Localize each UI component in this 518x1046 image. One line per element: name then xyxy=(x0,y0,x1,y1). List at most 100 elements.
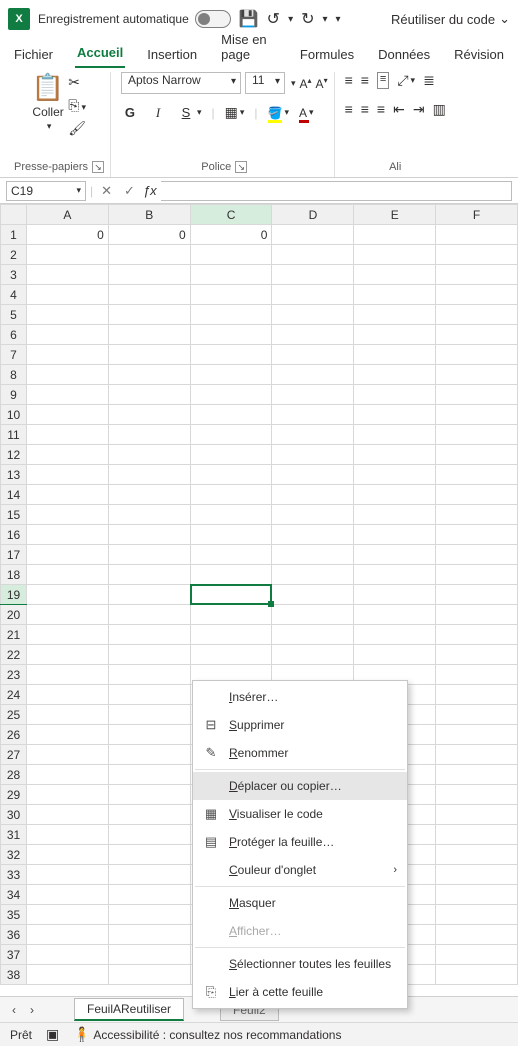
cell-F9[interactable] xyxy=(436,385,518,405)
cell-F14[interactable] xyxy=(436,485,518,505)
cell-A33[interactable] xyxy=(27,865,109,885)
cell-E4[interactable] xyxy=(354,285,436,305)
cell-C20[interactable] xyxy=(190,605,272,625)
cell-F26[interactable] xyxy=(436,725,518,745)
cell-E6[interactable] xyxy=(354,325,436,345)
row-header-20[interactable]: 20 xyxy=(1,605,27,625)
cell-B34[interactable] xyxy=(108,885,190,905)
cell-D21[interactable] xyxy=(272,625,354,645)
row-header-26[interactable]: 26 xyxy=(1,725,27,745)
cell-F11[interactable] xyxy=(436,425,518,445)
row-header-14[interactable]: 14 xyxy=(1,485,27,505)
reuse-code-button[interactable]: Réutiliser du code ⌄ xyxy=(391,11,510,27)
cell-B7[interactable] xyxy=(108,345,190,365)
cell-F27[interactable] xyxy=(436,745,518,765)
row-header-11[interactable]: 11 xyxy=(1,425,27,445)
cell-D6[interactable] xyxy=(272,325,354,345)
align-center-icon[interactable]: ≡ xyxy=(361,101,369,118)
fill-color-button[interactable]: 🪣▾ xyxy=(268,106,289,120)
cell-C12[interactable] xyxy=(190,445,272,465)
col-header-C[interactable]: C xyxy=(190,205,272,225)
tab-fichier[interactable]: Fichier xyxy=(12,41,55,68)
namebox-dropdown-icon[interactable]: ▾ xyxy=(76,185,81,196)
col-header-B[interactable]: B xyxy=(108,205,190,225)
cell-E2[interactable] xyxy=(354,245,436,265)
row-header-18[interactable]: 18 xyxy=(1,565,27,585)
cell-A6[interactable] xyxy=(27,325,109,345)
cell-E7[interactable] xyxy=(354,345,436,365)
cell-A8[interactable] xyxy=(27,365,109,385)
cell-C9[interactable] xyxy=(190,385,272,405)
select-all-corner[interactable] xyxy=(1,205,27,225)
cell-D16[interactable] xyxy=(272,525,354,545)
cell-F28[interactable] xyxy=(436,765,518,785)
cell-B22[interactable] xyxy=(108,645,190,665)
row-header-35[interactable]: 35 xyxy=(1,905,27,925)
row-header-28[interactable]: 28 xyxy=(1,765,27,785)
cell-C4[interactable] xyxy=(190,285,272,305)
autosave-control[interactable]: Enregistrement automatique xyxy=(38,10,231,28)
context-item-supprimer[interactable]: ⊟Supprimer xyxy=(193,711,407,739)
tab-données[interactable]: Données xyxy=(376,41,432,68)
sheet-prev-icon[interactable]: ‹ xyxy=(8,1003,20,1017)
tab-insertion[interactable]: Insertion xyxy=(145,41,199,68)
cell-B14[interactable] xyxy=(108,485,190,505)
cell-F2[interactable] xyxy=(436,245,518,265)
cell-F21[interactable] xyxy=(436,625,518,645)
row-header-38[interactable]: 38 xyxy=(1,965,27,985)
cell-D13[interactable] xyxy=(272,465,354,485)
cell-B38[interactable] xyxy=(108,965,190,985)
cell-A31[interactable] xyxy=(27,825,109,845)
cell-B10[interactable] xyxy=(108,405,190,425)
borders-button[interactable]: ▦▾ xyxy=(225,104,245,121)
cell-B30[interactable] xyxy=(108,805,190,825)
cell-D22[interactable] xyxy=(272,645,354,665)
cell-D17[interactable] xyxy=(272,545,354,565)
formula-input[interactable] xyxy=(161,181,512,201)
cell-A21[interactable] xyxy=(27,625,109,645)
cell-C18[interactable] xyxy=(190,565,272,585)
cell-B18[interactable] xyxy=(108,565,190,585)
macro-record-icon[interactable]: ▣ xyxy=(46,1026,59,1043)
cell-F10[interactable] xyxy=(436,405,518,425)
cell-C5[interactable] xyxy=(190,305,272,325)
increase-font-icon[interactable]: A▴ xyxy=(300,76,312,91)
row-header-8[interactable]: 8 xyxy=(1,365,27,385)
cell-F18[interactable] xyxy=(436,565,518,585)
cell-C7[interactable] xyxy=(190,345,272,365)
cell-C11[interactable] xyxy=(190,425,272,445)
cell-A34[interactable] xyxy=(27,885,109,905)
row-header-21[interactable]: 21 xyxy=(1,625,27,645)
cell-F36[interactable] xyxy=(436,925,518,945)
cell-C15[interactable] xyxy=(190,505,272,525)
qat-overflow[interactable]: ▾ xyxy=(336,14,341,25)
cell-B33[interactable] xyxy=(108,865,190,885)
cell-D14[interactable] xyxy=(272,485,354,505)
cell-D1[interactable] xyxy=(272,225,354,245)
redo-icon[interactable]: ↻ xyxy=(301,9,314,29)
cell-F4[interactable] xyxy=(436,285,518,305)
cell-E1[interactable] xyxy=(354,225,436,245)
sheet-tab-active[interactable]: FeuilAReutiliser xyxy=(74,998,184,1021)
context-item-s-lectionner-toutes-les-feuilles[interactable]: Sélectionner toutes les feuilles xyxy=(193,950,407,978)
cell-F1[interactable] xyxy=(436,225,518,245)
cut-icon[interactable]: ✂ xyxy=(68,74,86,91)
cell-F6[interactable] xyxy=(436,325,518,345)
align-middle-icon[interactable]: ≡ xyxy=(361,72,369,89)
cell-E11[interactable] xyxy=(354,425,436,445)
cell-A19[interactable] xyxy=(27,585,109,605)
col-header-E[interactable]: E xyxy=(354,205,436,225)
context-item-masquer[interactable]: Masquer xyxy=(193,889,407,917)
row-header-31[interactable]: 31 xyxy=(1,825,27,845)
cell-F25[interactable] xyxy=(436,705,518,725)
row-header-34[interactable]: 34 xyxy=(1,885,27,905)
cell-B5[interactable] xyxy=(108,305,190,325)
cell-B2[interactable] xyxy=(108,245,190,265)
cell-C16[interactable] xyxy=(190,525,272,545)
row-header-7[interactable]: 7 xyxy=(1,345,27,365)
context-item-visualiser-le-code[interactable]: ▦Visualiser le code xyxy=(193,800,407,828)
row-header-33[interactable]: 33 xyxy=(1,865,27,885)
row-header-27[interactable]: 27 xyxy=(1,745,27,765)
row-header-4[interactable]: 4 xyxy=(1,285,27,305)
cell-E9[interactable] xyxy=(354,385,436,405)
